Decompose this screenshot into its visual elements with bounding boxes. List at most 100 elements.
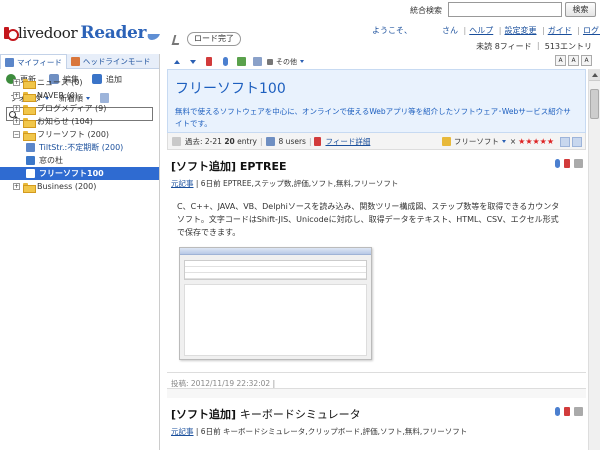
share-button[interactable] — [251, 56, 263, 68]
expand-icon[interactable]: + — [13, 92, 20, 99]
tab-my-feed-label: マイフィード — [17, 57, 62, 67]
source-link[interactable]: 元記事 — [171, 427, 194, 436]
expand-icon[interactable]: + — [13, 79, 20, 86]
star-icon[interactable]: ★ — [532, 137, 539, 146]
sidebar-item-label: ニュース (0) — [37, 78, 83, 87]
folder-icon — [23, 130, 36, 141]
users-link[interactable]: 8 users — [279, 137, 306, 146]
search-button[interactable]: 検索 — [565, 2, 596, 17]
sidebar-item-label: ブログメディア (9) — [37, 104, 107, 113]
feed-folder-label[interactable]: フリーソフト — [454, 136, 499, 147]
entry-tag: [ソフト追加] — [171, 408, 237, 421]
entry-title[interactable]: [ソフト追加] キーボードシミュレータ — [171, 406, 582, 422]
star-icon[interactable]: ★ — [540, 137, 547, 146]
pin-button[interactable] — [203, 56, 215, 68]
close-icon[interactable] — [574, 407, 583, 416]
entry-unit: entry — [237, 136, 257, 146]
clip-button[interactable] — [219, 56, 231, 68]
sidebar-item-label: NAVER (0) — [37, 91, 78, 100]
chevron-down-icon — [501, 140, 506, 143]
pin-icon[interactable] — [564, 159, 570, 168]
my-feed-icon — [5, 57, 14, 67]
logout-link[interactable]: ログアウト — [583, 26, 600, 35]
expand-icon[interactable]: + — [13, 183, 20, 190]
font-large-button[interactable]: A — [581, 55, 592, 66]
sidebar-folder[interactable]: + ブログメディア (9) — [0, 102, 159, 115]
next-feed-icon[interactable] — [572, 136, 582, 147]
sidebar-feed[interactable]: 窓の杜 — [0, 154, 159, 167]
prev-feed-button[interactable] — [171, 56, 183, 68]
scroll-up-arrow-icon[interactable] — [589, 69, 600, 81]
entry-body: C、C++、JAVA、VB、Delphiソースを読み込み、関数ツリー構成図、ステ… — [177, 202, 560, 237]
others-icon — [267, 58, 273, 65]
sidebar-item-label: フリーソフト100 — [39, 169, 104, 178]
loading-icon — [171, 34, 181, 44]
sidebar-folder[interactable]: + Business (200) — [0, 180, 159, 193]
user-bar: ようこそ、さん |ヘルプ |設定変更 |ガイド |ログアウト — [372, 25, 600, 36]
help-link[interactable]: ヘルプ — [469, 26, 493, 35]
others-menu[interactable]: その他 — [267, 56, 304, 68]
rating-clear-icon[interactable]: × — [510, 137, 516, 146]
source-link[interactable]: 元記事 — [171, 179, 194, 188]
sidebar-feed[interactable]: TiltStr.:不定期断 (200) — [0, 141, 159, 154]
feed-icon — [26, 156, 35, 165]
entry-tools — [551, 159, 583, 168]
scroll-thumb[interactable] — [590, 89, 599, 119]
sidebar-item-label: Business (200) — [37, 182, 97, 191]
entry-title-text: キーボードシミュレータ — [239, 408, 361, 421]
chevron-down-icon — [300, 60, 304, 63]
folder-icon — [23, 78, 36, 89]
font-medium-button[interactable]: A — [568, 55, 579, 66]
entry-item: [ソフト追加] EPTREE 元記事 | 6日前 EPTREE,ステップ数,評価… — [167, 150, 586, 398]
period-text: 過去: 2-21 — [185, 136, 222, 146]
unread-count: 未読 8フィード ｜ 513エントリ — [476, 42, 592, 51]
collapse-icon[interactable]: − — [13, 131, 20, 138]
expand-icon[interactable]: + — [13, 118, 20, 125]
settings-link[interactable]: 設定変更 — [505, 26, 537, 35]
feed-detail-link[interactable]: フィード詳細 — [325, 136, 370, 147]
main-scrollbar[interactable] — [588, 69, 600, 450]
entry-subline: 元記事 | 6日前 キーボードシミュレータ,クリップボード,評価,ソフト,無料,… — [171, 426, 582, 437]
search-input[interactable] — [448, 2, 562, 17]
tab-headline-label: ヘッドラインモード — [82, 57, 151, 66]
document-icon — [172, 136, 181, 146]
sidebar-folder[interactable]: + NAVER (0) — [0, 89, 159, 102]
folder-icon — [23, 91, 36, 102]
livedoor-reader-logo[interactable]: livedoor Reader — [3, 22, 161, 44]
welcome-text: ようこそ、 — [372, 26, 412, 35]
folder-icon — [23, 104, 36, 115]
pin-icon[interactable] — [564, 407, 570, 416]
clip-icon[interactable] — [555, 407, 560, 416]
load-status-bubble: ロード完了 — [187, 32, 241, 46]
rating-stars[interactable]: ★★★★★ — [518, 137, 554, 146]
feed-title[interactable]: フリーソフト100 — [175, 78, 578, 98]
top-header: livedoor Reader 統合検索 検索 ロード完了 ようこそ、 さん | ヘ… — [0, 0, 600, 54]
sidebar-folder[interactable]: + ニュース (0) — [0, 76, 159, 89]
next-feed-button[interactable] — [187, 56, 199, 68]
font-size-controls: A A A — [553, 55, 592, 66]
others-label: その他 — [276, 57, 297, 66]
headline-icon — [70, 57, 80, 66]
expand-icon[interactable]: + — [13, 105, 20, 112]
users-icon — [265, 136, 275, 146]
folder-icon — [23, 182, 36, 193]
entry-tags: | 6日前 EPTREE,ステップ数,評価,ソフト,無料,フリーソフト — [195, 179, 399, 188]
guide-link[interactable]: ガイド — [548, 26, 572, 35]
check-button[interactable] — [235, 56, 247, 68]
honorific-text: さん — [442, 26, 458, 35]
font-small-button[interactable]: A — [555, 55, 566, 66]
entry-subline: 元記事 | 6日前 EPTREE,ステップ数,評価,ソフト,無料,フリーソフト — [171, 178, 582, 189]
prev-feed-icon[interactable] — [560, 136, 570, 147]
sidebar-folder[interactable]: − フリーソフト (200) — [0, 128, 159, 141]
star-icon[interactable]: ★ — [547, 137, 554, 146]
sidebar-folder[interactable]: + お知らせ (104) — [0, 115, 159, 128]
entry-title[interactable]: [ソフト追加] EPTREE — [171, 158, 582, 174]
clip-icon[interactable] — [555, 159, 560, 168]
sidebar-item-label: TiltStr.:不定期断 (200) — [39, 143, 124, 152]
livedoor-mark-icon — [3, 26, 19, 41]
close-icon[interactable] — [574, 159, 583, 168]
entry-tag: [ソフト追加] — [171, 160, 237, 173]
tab-headline-mode[interactable]: ヘッドラインモード — [67, 54, 155, 69]
sidebar-feed[interactable]: フリーソフト100 — [0, 167, 159, 180]
tab-my-feed[interactable]: マイフィード — [0, 54, 67, 69]
